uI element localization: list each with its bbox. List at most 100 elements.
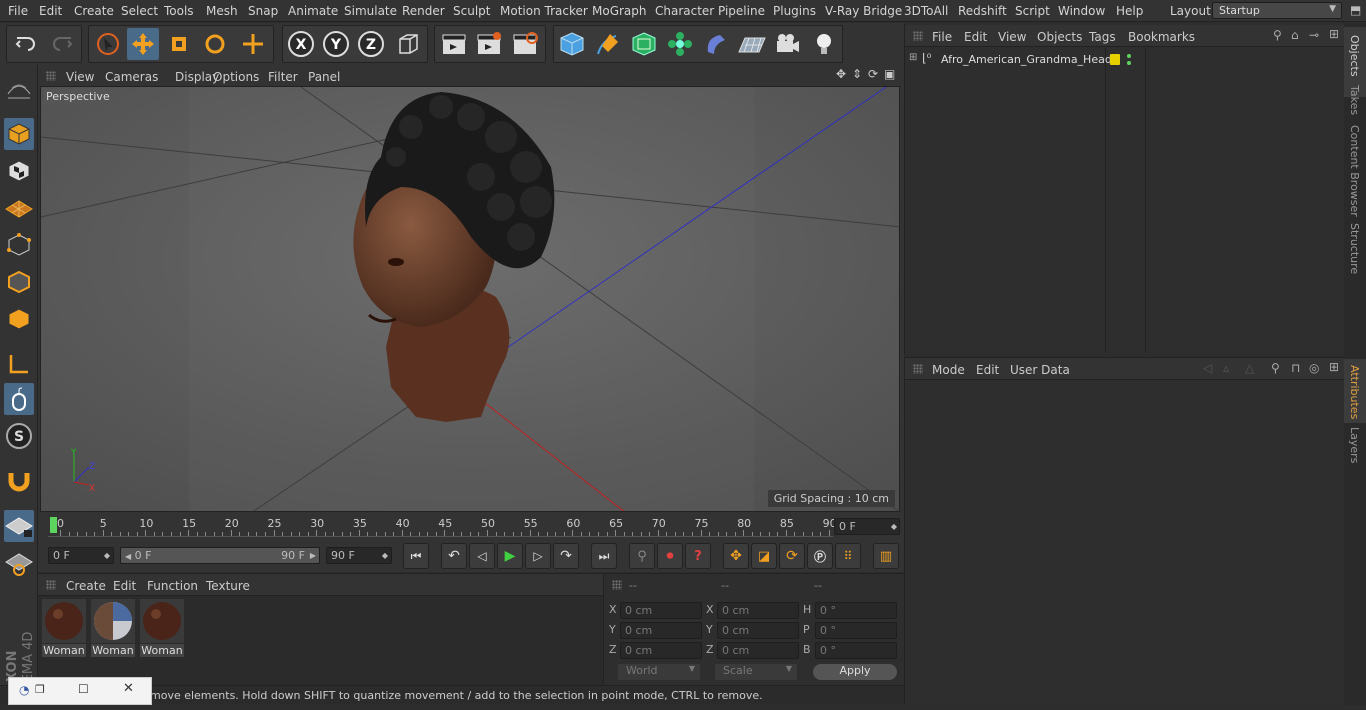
object-name[interactable]: Afro_American_Grandma_Head bbox=[941, 53, 1112, 66]
magnet-button[interactable] bbox=[4, 465, 34, 497]
timeline-window-button[interactable]: ▥ bbox=[873, 543, 899, 569]
menu-redshift[interactable]: Redshift bbox=[958, 4, 1007, 18]
apply-button[interactable]: Apply bbox=[813, 664, 897, 680]
y-axis-button[interactable]: Y bbox=[320, 28, 352, 60]
render-view-button[interactable] bbox=[438, 28, 470, 60]
menu-simulate[interactable]: Simulate bbox=[344, 4, 397, 18]
previous-keyframe-button[interactable]: ↶ bbox=[441, 543, 467, 569]
menu-animate[interactable]: Animate bbox=[288, 4, 338, 18]
size-y-field[interactable]: 0 cm bbox=[717, 622, 799, 639]
back-icon[interactable]: ⊸ bbox=[1309, 28, 1319, 42]
tab-content-browser[interactable]: Content Browser bbox=[1348, 125, 1361, 217]
render-settings-button[interactable] bbox=[509, 28, 541, 60]
render-picture-viewer-button[interactable] bbox=[473, 28, 505, 60]
subdivision-surface-button[interactable] bbox=[628, 28, 660, 60]
menu-create[interactable]: Create bbox=[74, 4, 114, 18]
menu-vray-bridge[interactable]: V-Ray Bridge bbox=[825, 4, 902, 18]
light-button[interactable] bbox=[808, 28, 840, 60]
panel-grip-icon[interactable] bbox=[612, 580, 622, 590]
restore-icon[interactable]: ❐ bbox=[35, 683, 45, 696]
next-frame-button[interactable]: ▷ bbox=[525, 543, 551, 569]
snap-button[interactable]: S bbox=[4, 420, 34, 452]
cube-object-button[interactable] bbox=[556, 28, 588, 60]
rotate-tool-button[interactable] bbox=[199, 28, 231, 60]
menu-window[interactable]: Window bbox=[1058, 4, 1105, 18]
record-active-button[interactable]: ⚲ bbox=[629, 543, 655, 569]
frame-range-slider[interactable]: ◀ 0 F 90 F ▶ bbox=[120, 547, 320, 564]
attr-menu-user-data[interactable]: User Data bbox=[1010, 363, 1070, 377]
camera-button[interactable] bbox=[772, 28, 804, 60]
current-frame-field[interactable]: 0 F ◆ bbox=[834, 518, 900, 535]
object-row[interactable]: ⊞ ⌊⁰ Afro_American_Grandma_Head bbox=[905, 51, 1345, 71]
lock-icon[interactable]: ⊓ bbox=[1291, 361, 1300, 375]
new-panel-icon[interactable]: ⊞ bbox=[1329, 27, 1339, 41]
key-pla-button[interactable]: ⠿ bbox=[835, 543, 861, 569]
workplane-lock-button[interactable] bbox=[4, 510, 34, 542]
back-arrow-icon[interactable]: ◁ bbox=[1203, 361, 1212, 375]
position-z-field[interactable]: 0 cm bbox=[620, 642, 702, 659]
panel-grip-icon[interactable] bbox=[913, 31, 923, 41]
menu-tools[interactable]: Tools bbox=[164, 4, 194, 18]
editor-visibility-dot[interactable] bbox=[1127, 54, 1131, 58]
material-swatch[interactable]: Woman bbox=[91, 599, 135, 657]
viewport-menu-cameras[interactable]: Cameras bbox=[105, 70, 158, 84]
panel-grip-icon[interactable] bbox=[46, 71, 56, 81]
go-to-start-button[interactable]: ⏮ bbox=[403, 543, 429, 569]
menu-edit[interactable]: Edit bbox=[39, 4, 62, 18]
position-y-field[interactable]: 0 cm bbox=[620, 622, 702, 639]
viewport-menu-view[interactable]: View bbox=[66, 70, 94, 84]
model-mode-button[interactable] bbox=[4, 118, 34, 150]
search-icon[interactable]: ⚲ bbox=[1271, 361, 1280, 375]
x-axis-button[interactable]: X bbox=[285, 28, 317, 60]
dolly-view-icon[interactable]: ⇕ bbox=[852, 67, 862, 81]
next-keyframe-button[interactable]: ↷ bbox=[553, 543, 579, 569]
edges-mode-button[interactable] bbox=[4, 266, 34, 298]
tab-layers[interactable]: Layers bbox=[1348, 427, 1361, 463]
key-parameter-button[interactable]: Ⓟ bbox=[807, 543, 833, 569]
deformer-button[interactable] bbox=[700, 28, 732, 60]
menu-character[interactable]: Character bbox=[655, 4, 714, 18]
panel-grip-icon[interactable] bbox=[46, 580, 56, 590]
coordinate-space-dropdown[interactable]: World ▼ bbox=[618, 664, 700, 680]
material-swatch[interactable]: Woman bbox=[42, 599, 86, 657]
menu-select[interactable]: Select bbox=[121, 4, 158, 18]
material-menu-create[interactable]: Create bbox=[66, 579, 106, 593]
make-editable-button[interactable] bbox=[4, 73, 34, 105]
target-icon[interactable]: ◎ bbox=[1309, 361, 1319, 375]
start-frame-field[interactable]: 0 F ◆ bbox=[48, 547, 114, 564]
maximize-icon[interactable]: ⬒ bbox=[1350, 3, 1361, 17]
up-arrow-icon[interactable]: ▵ bbox=[1223, 361, 1229, 375]
layer-color-tag[interactable] bbox=[1110, 54, 1120, 65]
om-menu-view[interactable]: View bbox=[998, 30, 1026, 44]
transform-tool-button[interactable] bbox=[237, 28, 269, 60]
coordinate-system-button[interactable] bbox=[392, 28, 424, 60]
om-menu-file[interactable]: File bbox=[932, 30, 952, 44]
attr-menu-edit[interactable]: Edit bbox=[976, 363, 999, 377]
menu-3dtoall[interactable]: 3DToAll bbox=[904, 4, 948, 18]
size-mode-dropdown[interactable]: Scale ▼ bbox=[715, 664, 797, 680]
viewport-menu-options[interactable]: Options bbox=[213, 70, 259, 84]
key-scale-button[interactable]: ◪ bbox=[751, 543, 777, 569]
z-axis-button[interactable]: Z bbox=[355, 28, 387, 60]
points-mode-button[interactable] bbox=[4, 229, 34, 261]
menu-render[interactable]: Render bbox=[402, 4, 445, 18]
tab-attributes[interactable]: Attributes bbox=[1344, 359, 1366, 423]
new-panel-icon[interactable]: ⊞ bbox=[1329, 360, 1339, 374]
scale-tool-button[interactable] bbox=[163, 28, 195, 60]
home-icon[interactable]: ⌂ bbox=[1291, 28, 1299, 42]
menu-pipeline[interactable]: Pipeline bbox=[718, 4, 765, 18]
move-view-icon[interactable]: ✥ bbox=[836, 67, 846, 81]
key-position-button[interactable]: ✥ bbox=[723, 543, 749, 569]
cloner-button[interactable] bbox=[664, 28, 696, 60]
menu-plugins[interactable]: Plugins bbox=[773, 4, 816, 18]
floor-button[interactable] bbox=[736, 28, 768, 60]
play-button[interactable]: ▶ bbox=[497, 543, 523, 569]
live-selection-button[interactable] bbox=[92, 28, 124, 60]
material-menu-texture[interactable]: Texture bbox=[206, 579, 250, 593]
rotation-b-field[interactable]: 0 ° bbox=[815, 642, 897, 659]
menu-sculpt[interactable]: Sculpt bbox=[453, 4, 490, 18]
undo-button[interactable] bbox=[10, 28, 42, 60]
search-icon[interactable]: ⚲ bbox=[1273, 28, 1282, 42]
om-menu-edit[interactable]: Edit bbox=[964, 30, 987, 44]
toggle-view-icon[interactable]: ▣ bbox=[884, 67, 895, 81]
